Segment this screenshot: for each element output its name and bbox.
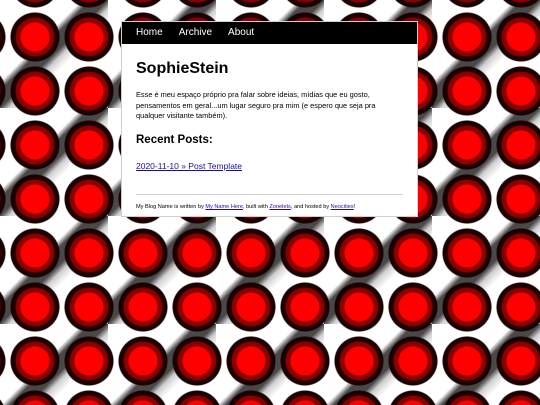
footer-divider <box>136 193 403 195</box>
footer-mid: , built with <box>242 203 270 210</box>
nav-archive-link[interactable]: Archive <box>179 22 212 44</box>
footer-suffix: ! <box>353 203 356 210</box>
post-link[interactable]: 2020-11-10 » Post Template <box>136 161 242 171</box>
neocities-link[interactable]: Neocities <box>331 204 354 210</box>
footer-prefix: My Blog Name is written by <box>136 203 206 210</box>
site-title: SophieStein <box>136 60 229 77</box>
list-item: 2020-11-10 » Post Template <box>136 156 403 174</box>
main-content: SophieStein Esse é meu espaço próprio pr… <box>122 60 417 211</box>
footer-mid2: , and hosted by <box>290 203 331 210</box>
nav-about-link[interactable]: About <box>228 22 254 44</box>
top-nav: Home Archive About <box>122 22 417 44</box>
nav-home-link[interactable]: Home <box>136 22 163 44</box>
zonelets-link[interactable]: Zonelets <box>269 204 290 210</box>
footer: My Blog Name is written by My Name Here,… <box>136 203 403 211</box>
recent-posts-list: 2020-11-10 » Post Template <box>136 156 403 174</box>
blog-container: Home Archive About SophieStein Esse é me… <box>122 22 417 216</box>
recent-posts-heading: Recent Posts: <box>136 133 213 146</box>
intro-paragraph: Esse é meu espaço próprio pra falar sobr… <box>136 90 376 121</box>
author-link[interactable]: My Name Here <box>205 204 243 210</box>
